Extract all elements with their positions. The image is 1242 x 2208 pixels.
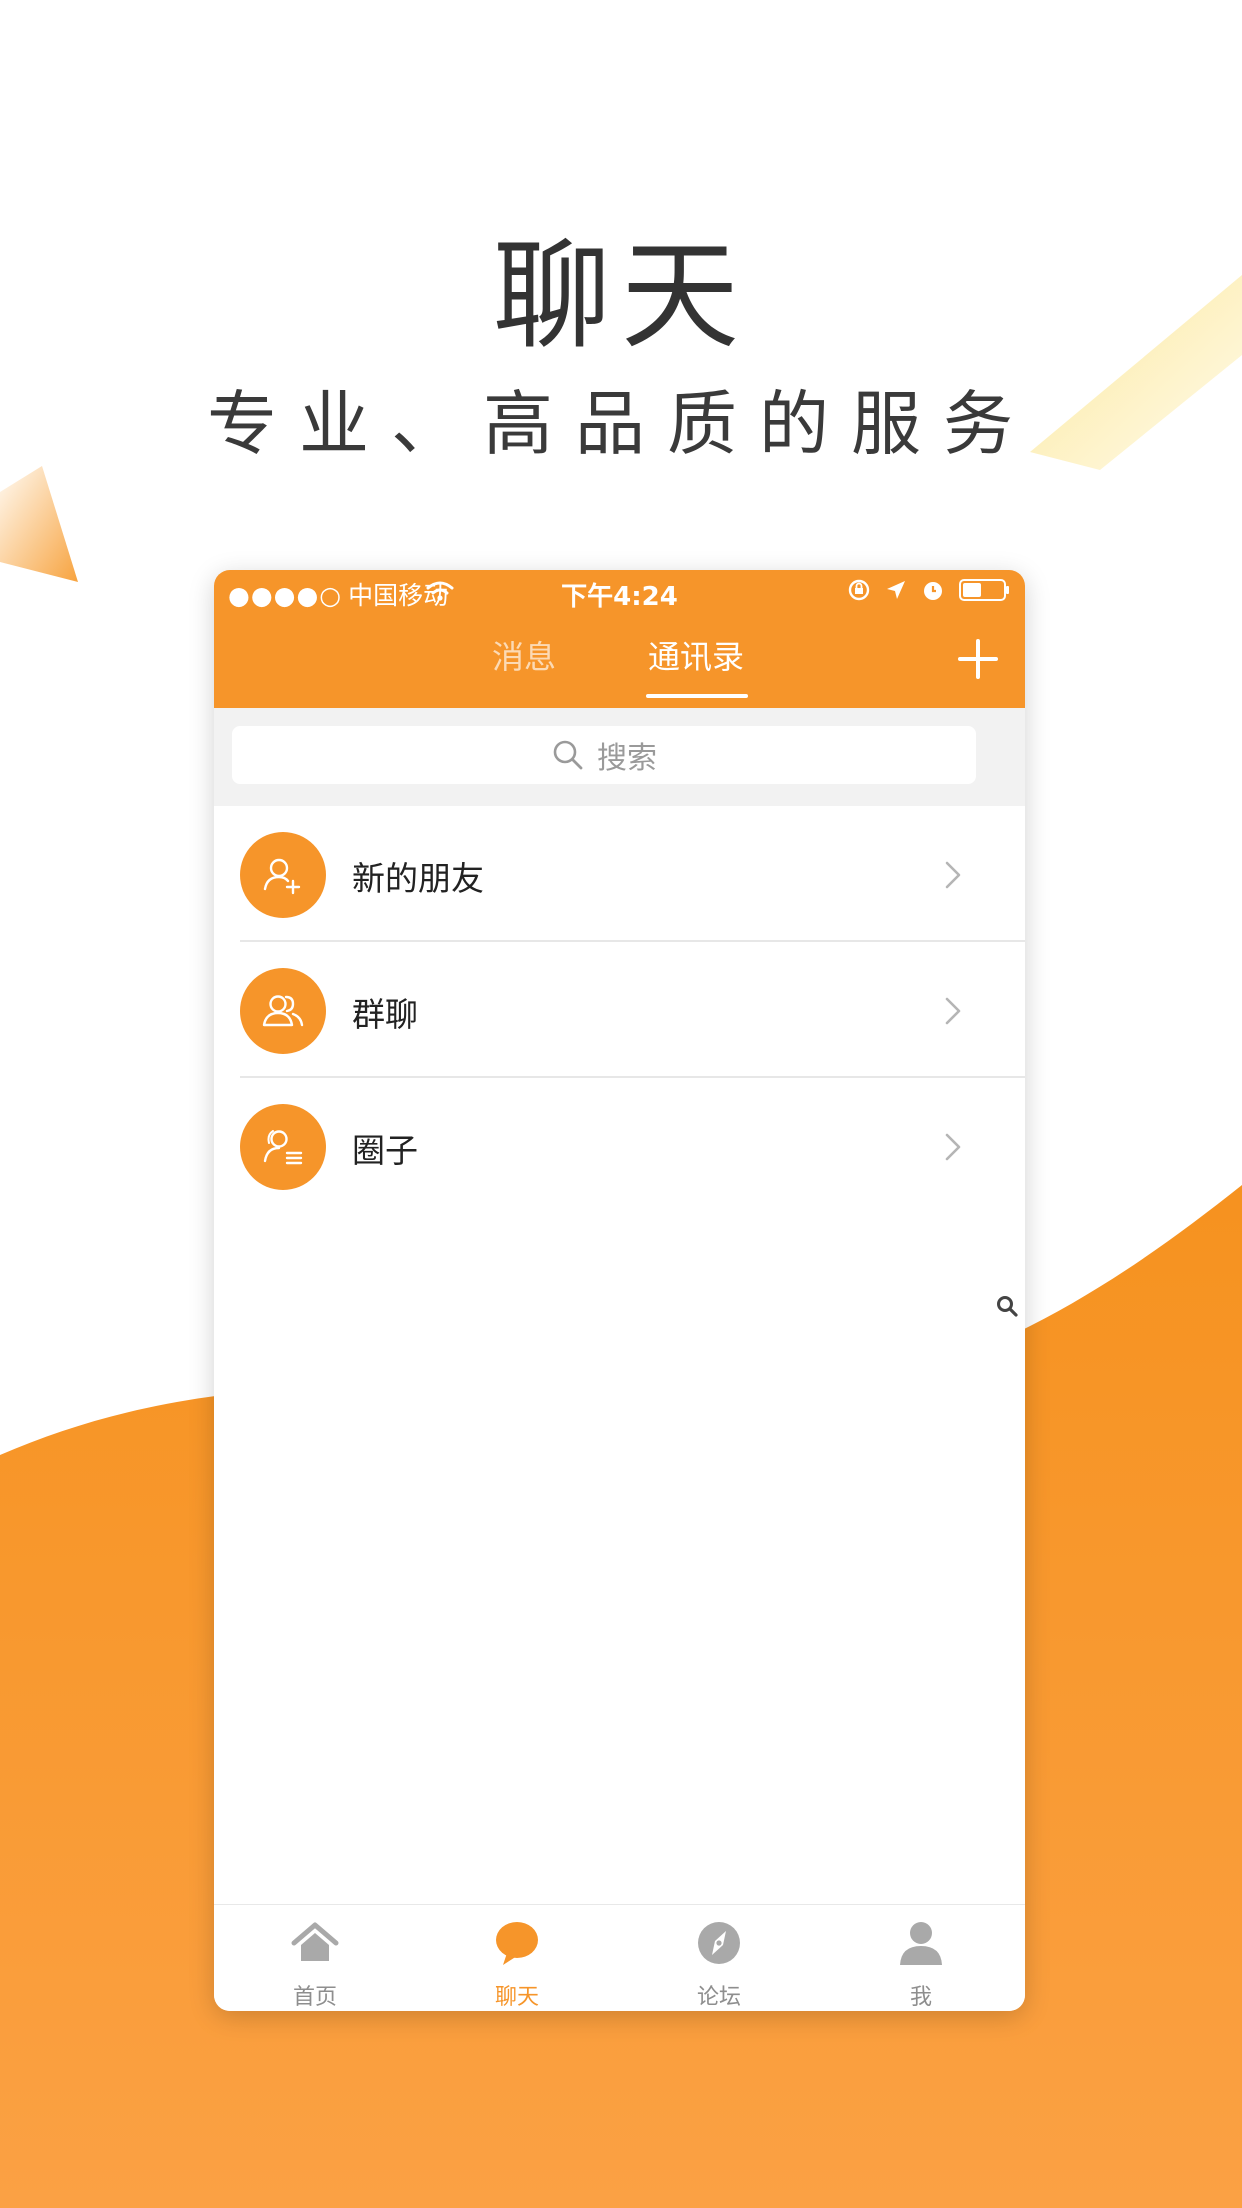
chevron-right-icon	[945, 1133, 961, 1161]
promo-title: 聊天	[492, 227, 749, 365]
rotation-lock-icon	[848, 579, 870, 601]
circle-icon	[240, 1104, 326, 1190]
list-item-label: 圈子	[352, 1131, 418, 1170]
battery-icon	[959, 579, 1009, 601]
status-bar: ●●●●○ 中国移动 下午4:24	[214, 570, 1025, 614]
active-tab-indicator	[646, 694, 748, 698]
home-icon	[291, 1922, 339, 1961]
plus-icon[interactable]	[955, 636, 1001, 682]
add-friend-icon	[240, 832, 326, 918]
person-icon	[900, 1922, 942, 1965]
bottom-nav: 首页 聊天 论坛 我	[214, 1904, 1025, 2011]
list-item-circle[interactable]: 圈子	[214, 1078, 1025, 1214]
location-icon	[887, 581, 905, 599]
nav-label: 首页	[292, 1985, 337, 2010]
list-item-new-friends[interactable]: 新的朋友	[214, 806, 1025, 942]
app-header: ●●●●○ 中国移动 下午4:24 消息 通讯录	[214, 570, 1025, 708]
nav-item-me[interactable]: 我	[820, 1905, 1022, 2011]
nav-label: 论坛	[696, 1985, 741, 2010]
orange-triangle	[0, 466, 78, 582]
search-icon	[553, 740, 583, 770]
index-search-icon[interactable]	[995, 1294, 1019, 1318]
search-bar: 搜索	[214, 708, 1025, 806]
header-tabs: 消息 通讯录	[214, 630, 1025, 708]
chevron-right-icon	[945, 997, 961, 1025]
nav-item-forum[interactable]: 论坛	[618, 1905, 820, 2011]
chevron-right-icon	[945, 861, 961, 889]
contacts-list: 新的朋友 群聊 圈子	[214, 806, 1025, 1214]
list-item-label: 新的朋友	[352, 859, 484, 898]
search-placeholder: 搜索	[597, 741, 657, 776]
search-input[interactable]: 搜索	[232, 726, 976, 784]
compass-icon	[698, 1922, 740, 1964]
chat-bubble-icon	[496, 1922, 538, 1965]
alarm-icon	[924, 582, 942, 600]
tab-contacts[interactable]: 通讯录	[648, 632, 744, 678]
nav-item-chat[interactable]: 聊天	[416, 1905, 618, 2011]
promo-subtitle: 专业、高品质的服务	[207, 383, 1035, 465]
list-item-label: 群聊	[352, 995, 418, 1034]
tab-messages[interactable]: 消息	[492, 632, 556, 678]
group-chat-icon	[240, 968, 326, 1054]
nav-label: 我	[909, 1985, 932, 2010]
nav-label: 聊天	[494, 1985, 539, 2010]
nav-item-home[interactable]: 首页	[214, 1905, 416, 2011]
phone-frame: ●●●●○ 中国移动 下午4:24 消息 通讯录 搜索 新的朋友 群聊 圈子 首…	[214, 570, 1025, 2011]
list-item-group-chat[interactable]: 群聊	[214, 942, 1025, 1078]
